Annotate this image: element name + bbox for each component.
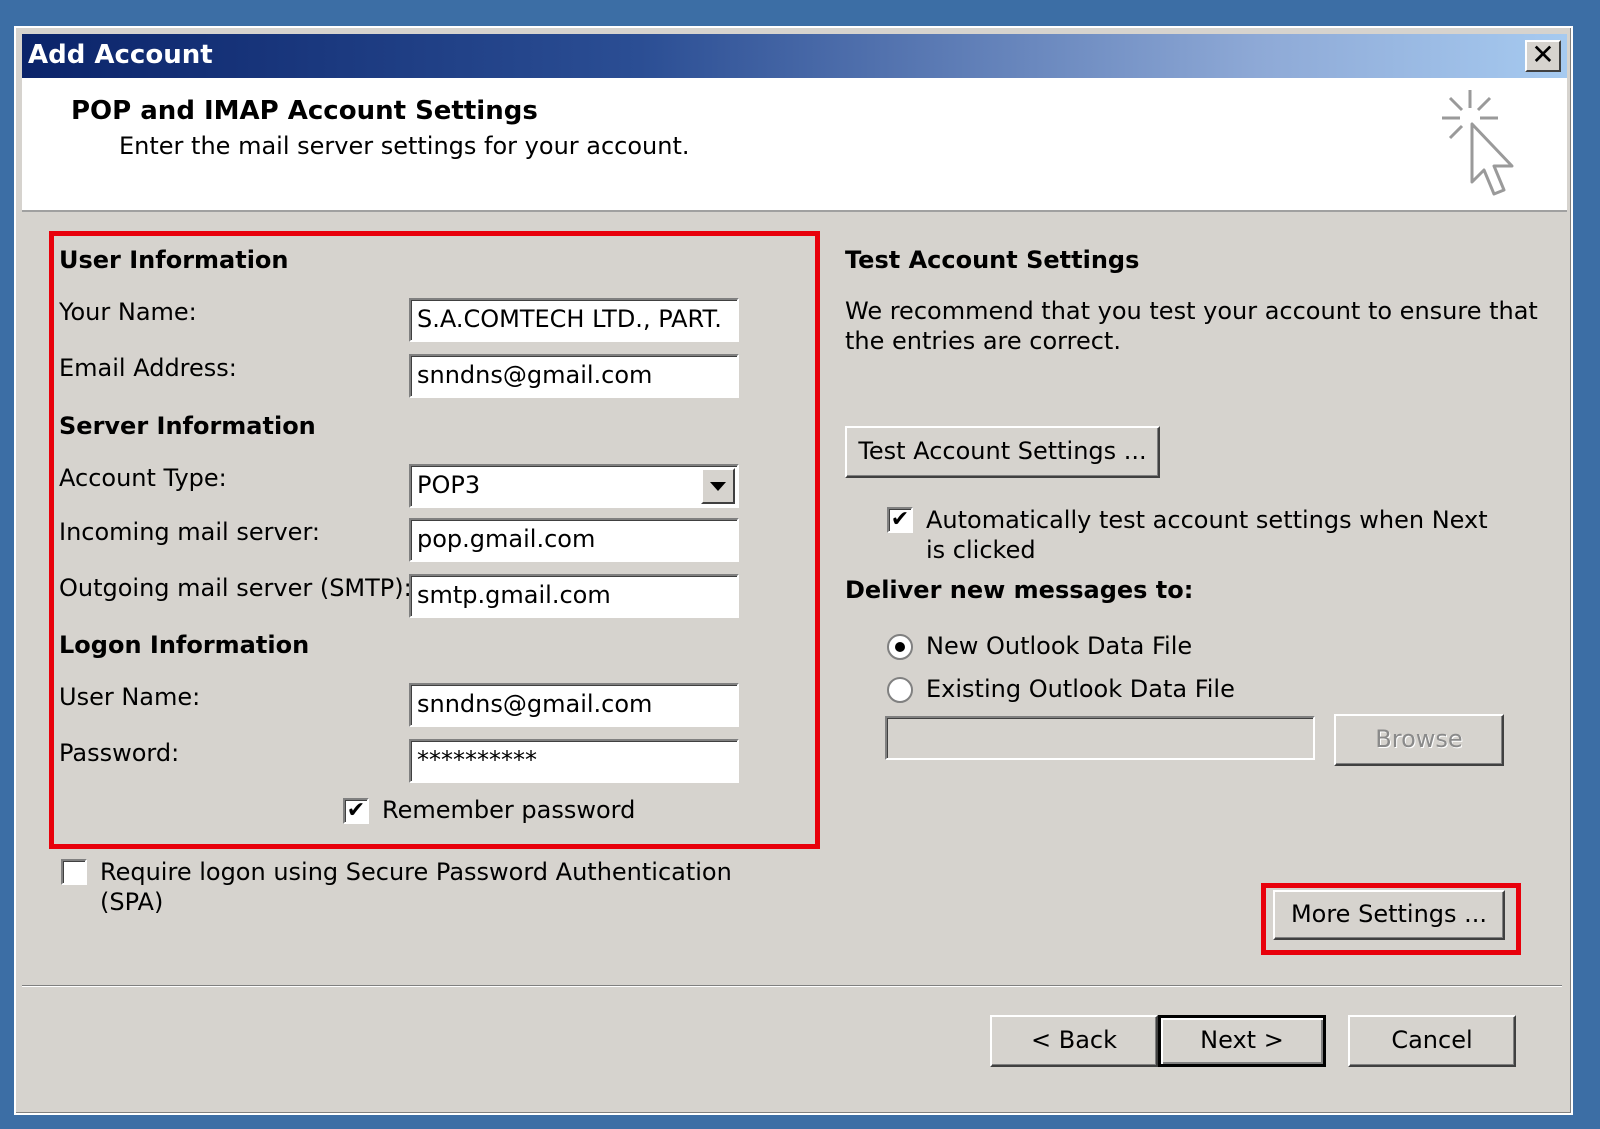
title-bar[interactable]: Add Account ✕ bbox=[22, 34, 1567, 78]
close-icon: ✕ bbox=[1531, 38, 1555, 71]
close-button[interactable]: ✕ bbox=[1525, 40, 1561, 72]
radio-selected-dot bbox=[895, 642, 905, 652]
existing-data-file-radio[interactable] bbox=[887, 677, 913, 703]
spa-label-line1: Require logon using Secure Password Auth… bbox=[100, 858, 732, 886]
page-subtitle: Enter the mail server settings for your … bbox=[119, 132, 690, 160]
auto-test-line1: Automatically test account settings when… bbox=[926, 506, 1488, 534]
page-title: POP and IMAP Account Settings bbox=[71, 96, 538, 126]
test-account-settings-button[interactable]: Test Account Settings ... bbox=[845, 426, 1160, 478]
auto-test-label[interactable]: Automatically test account settings when… bbox=[926, 505, 1488, 565]
test-description-line2: the entries are correct. bbox=[845, 327, 1121, 355]
test-account-heading: Test Account Settings bbox=[845, 246, 1140, 274]
window-title: Add Account bbox=[28, 40, 213, 70]
test-account-description: We recommend that you test your account … bbox=[845, 296, 1538, 356]
cancel-button[interactable]: Cancel bbox=[1348, 1015, 1516, 1067]
auto-test-checkbox[interactable]: ✔ bbox=[887, 507, 913, 533]
header-panel: POP and IMAP Account Settings Enter the … bbox=[22, 78, 1567, 212]
deliver-messages-heading: Deliver new messages to: bbox=[845, 576, 1194, 604]
test-description-line1: We recommend that you test your account … bbox=[845, 297, 1538, 325]
next-button[interactable]: Next > bbox=[1158, 1015, 1326, 1067]
footer-divider bbox=[22, 985, 1562, 987]
checkmark-icon: ✔ bbox=[890, 507, 910, 532]
existing-data-file-label[interactable]: Existing Outlook Data File bbox=[926, 675, 1235, 703]
back-button[interactable]: < Back bbox=[990, 1015, 1158, 1067]
cursor-sparkle-icon bbox=[1442, 90, 1514, 196]
add-account-dialog: Add Account ✕ POP and IMAP Account Setti… bbox=[14, 26, 1573, 1115]
spa-label[interactable]: Require logon using Secure Password Auth… bbox=[100, 857, 732, 917]
highlight-more-settings bbox=[1261, 883, 1521, 955]
spa-checkbox[interactable] bbox=[61, 859, 87, 885]
new-data-file-radio[interactable] bbox=[887, 634, 913, 660]
auto-test-line2: is clicked bbox=[926, 536, 1036, 564]
existing-data-file-path-field bbox=[885, 716, 1315, 760]
new-data-file-label[interactable]: New Outlook Data File bbox=[926, 632, 1192, 660]
spa-label-line2: (SPA) bbox=[100, 888, 164, 916]
highlight-account-fields bbox=[49, 231, 820, 849]
browse-button: Browse bbox=[1334, 714, 1504, 766]
